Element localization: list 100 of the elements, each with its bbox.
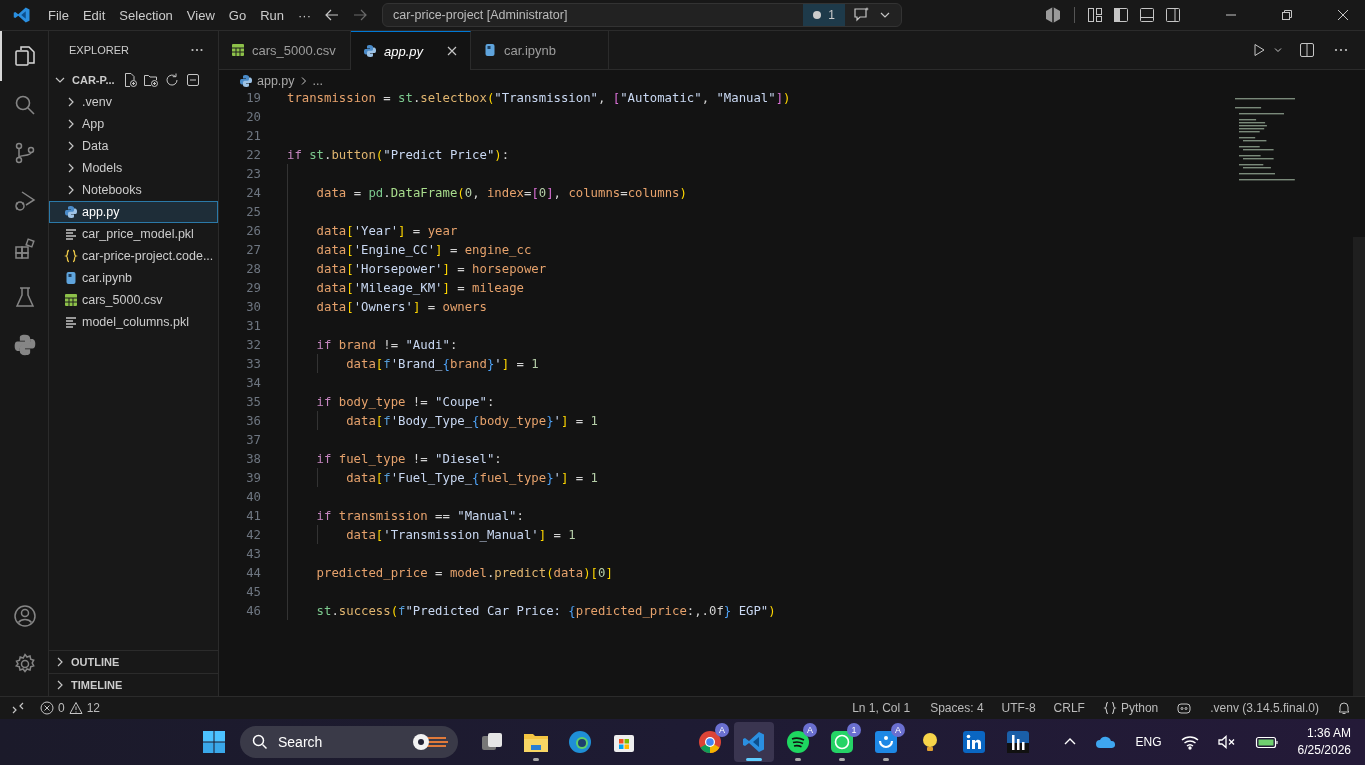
line-number: 22 [245,147,261,162]
file-tree-item[interactable]: .venv [49,91,218,113]
remote-icon [11,701,25,715]
line-number: 25 [245,204,261,219]
close-icon[interactable] [446,45,458,57]
braces-icon [1102,701,1117,715]
menu-item[interactable]: Edit [75,7,113,23]
back-arrow-icon[interactable] [324,7,340,23]
language-mode[interactable]: Python [1120,701,1159,715]
file-tree-item[interactable]: Notebooks [49,179,218,201]
code-line: data['Mileage_KM'] = mileage [316,280,524,295]
line-number: 42 [245,527,261,542]
python-icon [13,333,37,357]
code-line: data[f'Body_Type_{body_type}'] = 1 [346,413,598,428]
refresh-icon[interactable] [163,72,180,88]
status-item[interactable]: Ln 1, Col 1 [848,701,911,715]
file-tree-item[interactable]: cars_5000.csv [49,289,218,311]
notebook-icon [483,43,497,57]
menu-item[interactable]: Run [253,7,291,23]
command-center[interactable]: car-price-project [Administrator] 1 [382,3,902,27]
collapse-all-icon[interactable] [184,72,201,88]
status-item[interactable]: CRLF [1049,701,1085,715]
file-tree-item[interactable]: App [49,113,218,135]
file-tree-item[interactable]: app.py [49,201,218,223]
error-count[interactable]: 0 [58,701,65,715]
code-line: data['Horsepower'] = horsepower [316,261,547,276]
breadcrumb-item[interactable]: ... [312,74,323,88]
restore-icon[interactable] [1281,9,1293,21]
taskbar-app[interactable] [734,722,774,762]
cloud-icon[interactable] [1094,734,1117,750]
file-tree-item[interactable]: Data [49,135,218,157]
notification-badge: A [715,723,729,737]
linkedin-icon [962,730,986,754]
branch-icon [13,141,37,165]
secondary-sidebar-icon[interactable] [1165,7,1181,23]
changes-badge[interactable]: 1 [803,4,845,26]
sidebar-toggle-icon[interactable] [1113,7,1129,23]
menu-item[interactable]: ··· [291,7,318,23]
panel-toggle-icon[interactable] [1139,7,1155,23]
new-folder-icon[interactable] [142,72,159,88]
chat-icon[interactable] [853,6,871,24]
file-tree-item[interactable]: car_price_model.pkl [49,223,218,245]
menu-item[interactable]: Selection [112,7,180,23]
file-tree-item[interactable]: model_columns.pkl [49,311,218,333]
warning-count[interactable]: 12 [86,701,101,715]
notification-badge: A [891,723,905,737]
file-tree-item[interactable]: car.ipynb [49,267,218,289]
code-line: transmission = st.selectbox("Transmission", ["Automatic", "Manual"]) [287,92,791,105]
battery-icon[interactable] [1254,734,1279,750]
sidebar-title: EXPLORER [69,44,129,56]
menu-item[interactable]: Go [221,7,254,23]
files-icon [13,44,37,68]
panel-section-header[interactable]: OUTLINE [49,650,218,673]
notification-badge: 1 [847,723,861,737]
line-number: 43 [245,546,261,561]
code-editor-logo-icon [13,6,31,24]
interpreter-selector[interactable]: .venv (3.14.5.final.0) [1206,701,1319,715]
warning-icon [68,701,83,715]
code-line: data[f'Fuel_Type_{fuel_type}'] = 1 [346,470,598,485]
taskbar-app[interactable]: A [778,722,818,762]
start-icon[interactable] [202,730,226,754]
run-icon[interactable] [1251,42,1267,58]
file-tree-item[interactable]: Models [49,157,218,179]
layout-icon[interactable] [1087,7,1103,23]
line-number: 30 [245,299,261,314]
status-item[interactable]: UTF-8 [997,701,1036,715]
taskbar-app[interactable]: A [866,722,906,762]
taskbar-app[interactable]: 1 [822,722,862,762]
forward-arrow-icon[interactable] [352,7,368,23]
clock-date[interactable]: 6/25/2026 [1297,742,1351,759]
muted-speaker-icon[interactable] [1216,734,1237,750]
input-language[interactable]: ENG [1135,735,1162,749]
notification-badge: A [803,723,817,737]
menu-item[interactable]: File [41,7,76,23]
editor-tab[interactable]: app.py [351,31,471,70]
notebook-icon [64,271,78,285]
search-field[interactable]: Search [240,726,458,758]
menu-item[interactable]: View [179,7,222,23]
code-line: data['Year'] = year [316,223,458,238]
code-line: data['Transmission_Manual'] = 1 [346,527,576,542]
close-icon[interactable] [1337,9,1349,21]
code-line: if body_type != "Coupe": [316,394,495,409]
line-number: 21 [245,128,261,143]
line-number: 46 [245,603,261,618]
clock-time[interactable]: 1:36 AM [1306,725,1351,742]
file-tree-item[interactable]: car-price-project.code... [49,245,218,267]
line-number: 23 [245,166,261,181]
status-item[interactable]: Spaces: 4 [926,701,984,715]
flask-icon [13,285,37,309]
code-line: data = pd.DataFrame(0, index=[0], columns=columns) [316,185,687,200]
account-icon[interactable] [13,604,37,628]
breadcrumb-item[interactable]: app.py [257,74,295,88]
editor-tab[interactable]: car.ipynb [471,31,609,69]
folder-name[interactable]: CAR-P... [72,74,115,86]
code-line: if brand != "Audi": [316,337,458,352]
wifi-icon[interactable] [1180,734,1199,750]
extensions-icon [13,237,37,261]
split-editor-icon[interactable] [1299,42,1315,58]
scrollbar-thumb[interactable] [1353,237,1365,696]
taskbar-app[interactable]: A [690,722,730,762]
